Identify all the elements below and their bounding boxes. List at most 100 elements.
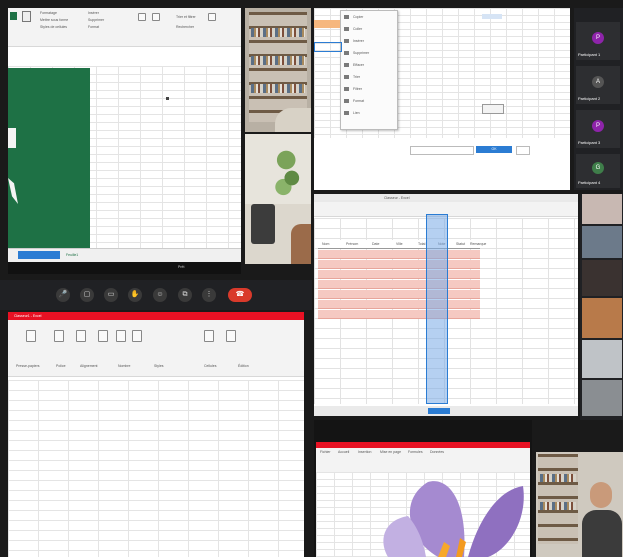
ribbon-item-3[interactable]: Insérer [88, 11, 99, 15]
dialog-input[interactable] [410, 146, 474, 155]
hangup-icon[interactable]: ☎ [228, 288, 252, 302]
video-tile-plant [245, 134, 311, 264]
ribbon-group-label: Nombre [118, 364, 131, 368]
books-row [251, 56, 305, 65]
excel-ribbon: Presse-papiers Police Alignement Nombre … [8, 320, 304, 377]
menu-tab[interactable]: Insertion [358, 450, 371, 454]
tile-top-left: Formatage Mettre sous forme Styles de ce… [8, 8, 241, 263]
tile-mid-right: Classeur - Excel Nom Prénom Date Ville T… [314, 194, 578, 416]
books-row [251, 28, 305, 37]
sheet-tab-label[interactable]: Feuille1 [66, 253, 78, 257]
mic-icon[interactable]: 🎤 [56, 288, 70, 302]
hand-icon[interactable]: ✋ [128, 288, 142, 302]
participant-tile[interactable]: P Participant 3 [576, 110, 620, 148]
video-tile[interactable] [582, 298, 622, 338]
table-row[interactable] [318, 260, 480, 269]
table-icon[interactable] [132, 330, 142, 342]
taskbar-status: Prêt [178, 265, 185, 269]
cell-cursor [166, 97, 169, 100]
camera-icon[interactable]: ▢ [80, 288, 94, 302]
scroll-bar[interactable] [314, 406, 578, 416]
menu-item-2[interactable]: Insérer [353, 39, 364, 43]
ribbon-group-label: Cellules [204, 364, 217, 368]
participant-name: Participant 2 [578, 96, 601, 101]
menu-tab[interactable]: Données [430, 450, 444, 454]
crocus-flower-image[interactable] [368, 480, 528, 557]
align-icon[interactable] [76, 330, 86, 342]
table-row[interactable] [318, 300, 480, 309]
selected-column[interactable] [426, 214, 448, 404]
participant-column-lower [580, 194, 623, 420]
video-tile[interactable] [582, 260, 622, 296]
dialog-cancel-button[interactable] [516, 146, 530, 155]
menu-item-1[interactable]: Coller [353, 27, 362, 31]
paste-icon[interactable] [26, 330, 36, 342]
video-tile[interactable] [582, 340, 622, 378]
ribbon-item-6[interactable]: Trier et filtrer [176, 15, 196, 19]
menu-tab[interactable]: Accueil [338, 450, 349, 454]
number-format-icon[interactable] [98, 330, 108, 342]
share-screen-icon[interactable]: ▭ [104, 288, 118, 302]
find-icon[interactable] [152, 13, 160, 21]
excel-app-icon[interactable] [10, 12, 17, 20]
menu-item-4[interactable]: Effacer [353, 63, 364, 67]
video-tile[interactable] [582, 226, 622, 258]
insert-cells-icon[interactable] [204, 330, 214, 342]
name-input-box[interactable] [482, 104, 504, 114]
person-body [582, 510, 622, 557]
table-row[interactable] [318, 310, 480, 319]
ribbon-item-2[interactable]: Styles de cellules [40, 25, 67, 29]
table-row[interactable] [318, 250, 480, 259]
col-header: Date [372, 242, 380, 246]
format-icon[interactable] [208, 13, 216, 21]
ribbon-item-5[interactable]: Format [88, 25, 99, 29]
ribbon-group-label: Styles [154, 364, 164, 368]
green-shape [8, 68, 90, 248]
scroll-thumb[interactable] [428, 408, 450, 414]
sort-icon[interactable] [138, 13, 146, 21]
tile-top-right: Copier Coller Insérer Supprimer Effacer … [314, 8, 570, 190]
menu-tab[interactable]: Fichier [320, 450, 331, 454]
paste-icon[interactable] [22, 11, 31, 22]
cell-selection [314, 20, 340, 28]
table-row[interactable] [318, 280, 480, 289]
menu-tab[interactable]: Formules [408, 450, 423, 454]
dialog-ok-button[interactable]: OK [476, 146, 512, 153]
menu-item-8[interactable]: Lien [353, 111, 360, 115]
participant-name: Participant 4 [578, 180, 601, 185]
bold-icon[interactable] [54, 330, 64, 342]
petal [468, 486, 524, 557]
col-header: Total [418, 242, 426, 246]
ribbon-group-label: Presse-papiers [16, 364, 40, 368]
video-tile[interactable] [582, 380, 622, 416]
ribbon-item-7[interactable]: Rechercher [176, 25, 194, 29]
conditional-format-icon[interactable] [116, 330, 126, 342]
reactions-icon[interactable]: ☺ [153, 288, 167, 302]
books-row [540, 502, 576, 510]
participant-tile[interactable]: A Participant 2 [576, 66, 620, 104]
ribbon-item-1[interactable]: Mettre sous forme [40, 18, 68, 22]
sheet-tab-active[interactable] [18, 251, 60, 259]
more-icon[interactable]: ⋮ [202, 288, 216, 302]
menu-item-7[interactable]: Format [353, 99, 364, 103]
sheet-tabs-bar: Feuille1 [8, 248, 241, 263]
menu-item-0[interactable]: Copier [353, 15, 363, 19]
ribbon-item-4[interactable]: Supprimer [88, 18, 104, 22]
menu-tab[interactable]: Mise en page [380, 450, 401, 454]
header-cell-highlight [482, 14, 502, 19]
menu-item-5[interactable]: Trier [353, 75, 360, 79]
col-header: Nom [322, 242, 330, 246]
ribbon-item-0[interactable]: Formatage [40, 11, 57, 15]
participant-tile[interactable]: P Participant 1 [576, 22, 620, 60]
table-row[interactable] [318, 290, 480, 299]
table-row[interactable] [318, 270, 480, 279]
sort-filter-icon[interactable] [226, 330, 236, 342]
captions-icon[interactable]: ⧉ [178, 288, 192, 302]
spreadsheet-grid[interactable] [8, 380, 304, 557]
header-row: Nom Prénom Date Ville Total Note Statut … [318, 240, 486, 249]
menu-item-3[interactable]: Supprimer [353, 51, 369, 55]
participant-tile[interactable]: G Participant 4 [576, 154, 620, 188]
menu-item-6[interactable]: Filtrer [353, 87, 362, 91]
video-tile[interactable] [582, 194, 622, 224]
ribbon-group-label: Alignement [80, 364, 98, 368]
